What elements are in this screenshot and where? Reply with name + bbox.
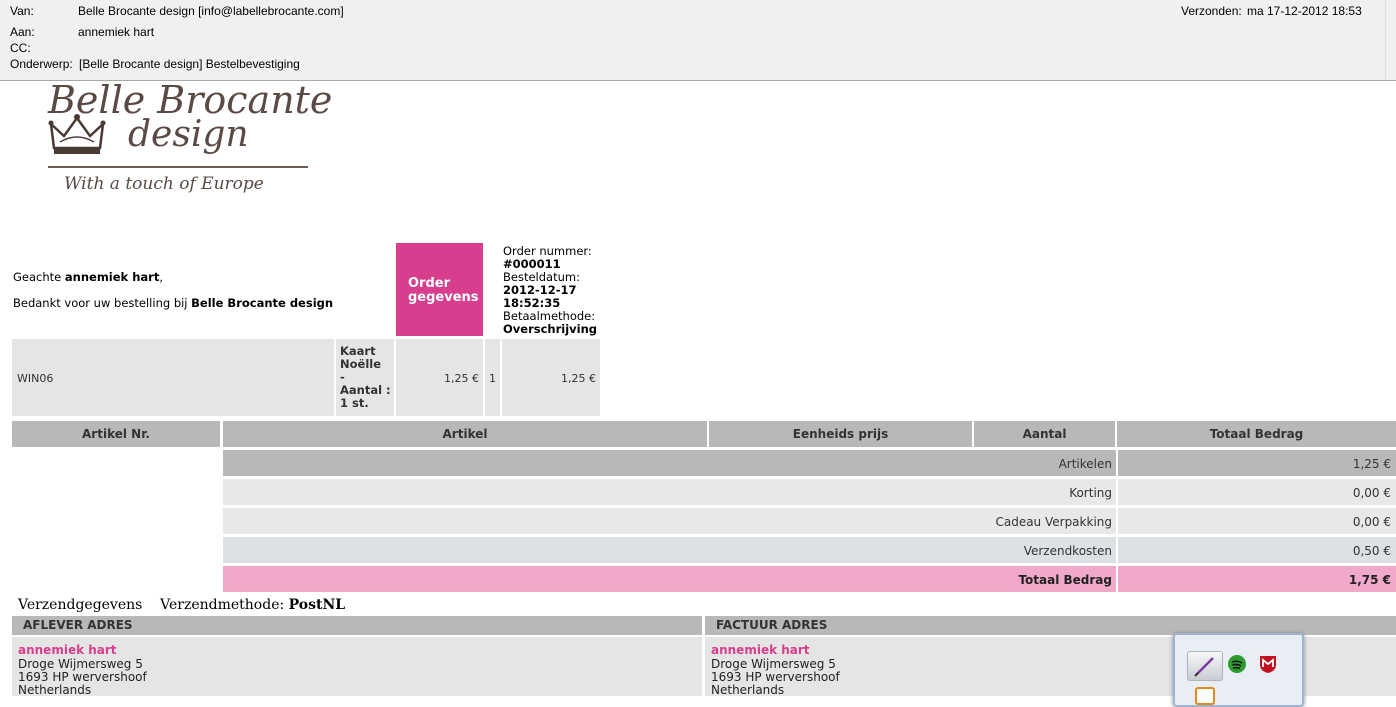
totals-label: Artikelen — [1058, 457, 1112, 471]
shipping-method-label: Verzendmethode: — [160, 597, 285, 613]
totals-row-shipping: Verzendkosten 0,50 € — [223, 537, 1396, 563]
totals-value: 1,75 € — [1348, 573, 1391, 587]
logo-subtitle: design — [128, 114, 249, 155]
email-header: Van: Belle Brocante design [info@labelle… — [0, 0, 1396, 81]
logo-rule — [48, 166, 308, 168]
item-total: 1,25 € — [561, 372, 596, 385]
badge-line2: gegevens — [408, 290, 479, 305]
invoice-street: Droge Wijmersweg 5 — [711, 657, 836, 671]
rss-icon[interactable] — [1195, 687, 1215, 705]
totals-value: 1,25 € — [1352, 457, 1391, 471]
item-code-cell: WIN06 — [12, 339, 334, 416]
greeting-suffix: , — [159, 270, 163, 284]
header-quantity: Aantal — [974, 421, 1115, 447]
row-divider — [1116, 450, 1118, 476]
delivery-address-title: AFLEVER ADRES — [23, 618, 133, 632]
delivery-country: Netherlands — [18, 683, 92, 697]
sent-value: ma 17-12-2012 18:53 — [1247, 4, 1362, 18]
item-total-cell: 1,25 € — [502, 339, 600, 416]
header-article: Artikel — [223, 421, 707, 447]
from-label: Van: — [10, 4, 34, 18]
delivery-street: Droge Wijmersweg 5 — [18, 657, 143, 671]
thanks-shop: Belle Brocante design — [191, 296, 334, 310]
totals-row-articles: Artikelen 1,25 € — [223, 450, 1396, 476]
invoice-name: annemiek hart — [711, 643, 810, 657]
row-divider — [1116, 537, 1118, 563]
item-code: WIN06 — [17, 372, 54, 385]
totals-label: Verzendkosten — [1023, 544, 1112, 558]
logo-tagline: With a touch of Europe — [64, 174, 264, 194]
delivery-address: annemiek hart Droge Wijmersweg 5 1693 HP… — [12, 637, 702, 697]
totals-value: 0,00 € — [1352, 486, 1391, 500]
thanks-prefix: Bedankt voor uw bestelling bij — [13, 296, 192, 310]
greeting-name: annemiek hart — [64, 270, 160, 284]
totals-label: Korting — [1069, 486, 1112, 500]
header-unit-price: Eenheids prijs — [709, 421, 972, 447]
item-unit-price-cell: 1,25 € — [396, 339, 483, 416]
totals-label: Totaal Bedrag — [1018, 573, 1112, 587]
invoice-country: Netherlands — [711, 683, 785, 697]
item-qty: 1 — [489, 372, 496, 385]
item-unit-price: 1,25 € — [444, 372, 479, 385]
row-divider — [1116, 508, 1118, 534]
shipping-info: Verzendgegevens Verzendmethode: PostNL — [18, 597, 345, 613]
item-name-line2: Noëlle — [340, 357, 382, 371]
shipping-title: Verzendgegevens — [18, 597, 143, 613]
header-scrollbar[interactable] — [1385, 0, 1396, 80]
to-label: Aan: — [10, 25, 35, 39]
delivery-name: annemiek hart — [18, 643, 117, 657]
header-total-amount: Totaal Bedrag — [1117, 421, 1396, 447]
subject-label: Onderwerp: — [10, 57, 73, 71]
brand-logo: Belle Brocante design With a touch of Eu… — [46, 78, 332, 202]
totals-row-grand-total: Totaal Bedrag 1,75 € — [223, 566, 1396, 592]
totals-value: 0,50 € — [1352, 544, 1391, 558]
cc-label: CC: — [10, 41, 31, 55]
crown-icon — [48, 114, 106, 154]
totals-row-discount: Korting 0,00 € — [223, 479, 1396, 505]
from-value[interactable]: Belle Brocante design [info@labellebroca… — [78, 4, 344, 18]
subject-value: [Belle Brocante design] Bestelbevestigin… — [79, 57, 300, 71]
delivery-city: 1693 HP wervershoof — [18, 670, 147, 684]
delivery-address-header: AFLEVER ADRES — [12, 616, 702, 635]
item-qty-cell: 1 — [485, 339, 500, 416]
order-details-badge: Order gegevens — [396, 243, 483, 336]
row-divider — [1116, 479, 1118, 505]
sent-label: Verzonden: — [1181, 4, 1242, 18]
invoice-city: 1693 HP wervershoof — [711, 670, 840, 684]
shipping-method: PostNL — [288, 597, 346, 613]
item-name-cell: Kaart Noëlle - Aantal : 1 st. — [336, 339, 394, 416]
badge-line1: Order — [408, 276, 450, 291]
mcafee-icon[interactable] — [1259, 654, 1277, 674]
greeting-prefix: Geachte — [13, 270, 65, 284]
thanks-text: Bedankt voor uw bestelling bij Belle Bro… — [13, 296, 333, 310]
to-value[interactable]: annemiek hart — [78, 25, 154, 39]
spotify-icon[interactable] — [1228, 655, 1246, 673]
greeting: Geachte annemiek hart, — [13, 270, 163, 284]
item-qty-value: 1 st. — [340, 396, 369, 410]
payment-method: Overschrijving — [503, 322, 598, 336]
invoice-address-title: FACTUUR ADRES — [716, 618, 828, 632]
pen-tool-icon[interactable] — [1187, 651, 1223, 681]
totals-value: 0,00 € — [1352, 515, 1391, 529]
totals-label: Cadeau Verpakking — [995, 515, 1112, 529]
totals-row-gift-wrap: Cadeau Verpakking 0,00 € — [223, 508, 1396, 534]
row-divider — [1116, 566, 1118, 592]
header-article-number: Artikel Nr. — [12, 421, 220, 447]
